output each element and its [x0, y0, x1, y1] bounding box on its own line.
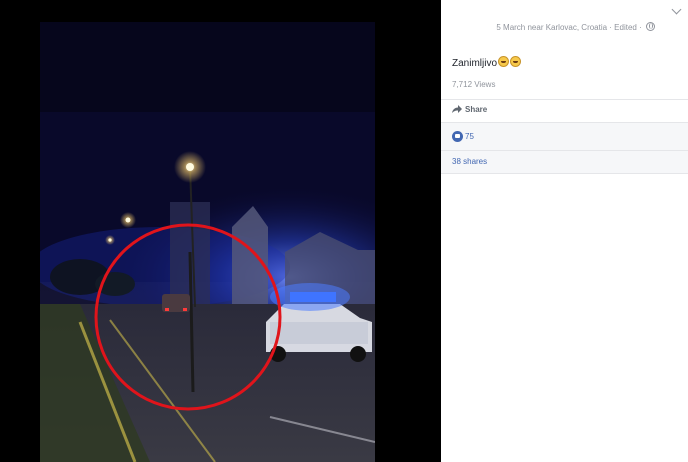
shares-link[interactable]: 38 shares	[452, 157, 487, 166]
divider	[441, 99, 688, 100]
video-frame[interactable]	[40, 22, 375, 462]
globe-icon	[646, 22, 655, 31]
chevron-down-icon[interactable]	[671, 4, 682, 15]
post-meta-text: 5 March near Karlovac, Croatia · Edited …	[496, 23, 642, 32]
night-street-scene	[40, 22, 375, 462]
post-caption: Zanimljivo	[452, 58, 498, 69]
share-label: Share	[465, 105, 488, 114]
share-icon	[452, 105, 462, 113]
post-side-panel: 5 March near Karlovac, Croatia · Edited …	[441, 0, 688, 462]
emoji-icon	[498, 56, 510, 67]
divider	[441, 150, 688, 151]
post-text: Zanimljivo	[452, 56, 522, 69]
post-meta: 5 March near Karlovac, Croatia · Edited …	[441, 22, 655, 32]
likes-link[interactable]: 75	[452, 131, 474, 142]
like-icon	[452, 131, 463, 142]
share-button[interactable]: Share	[452, 105, 487, 114]
likes-count: 75	[465, 132, 474, 141]
reactions-box: 75 38 shares	[441, 122, 688, 174]
video-pane[interactable]	[0, 0, 441, 462]
emoji-icon	[510, 56, 522, 67]
view-count: 7,712 Views	[452, 80, 496, 89]
